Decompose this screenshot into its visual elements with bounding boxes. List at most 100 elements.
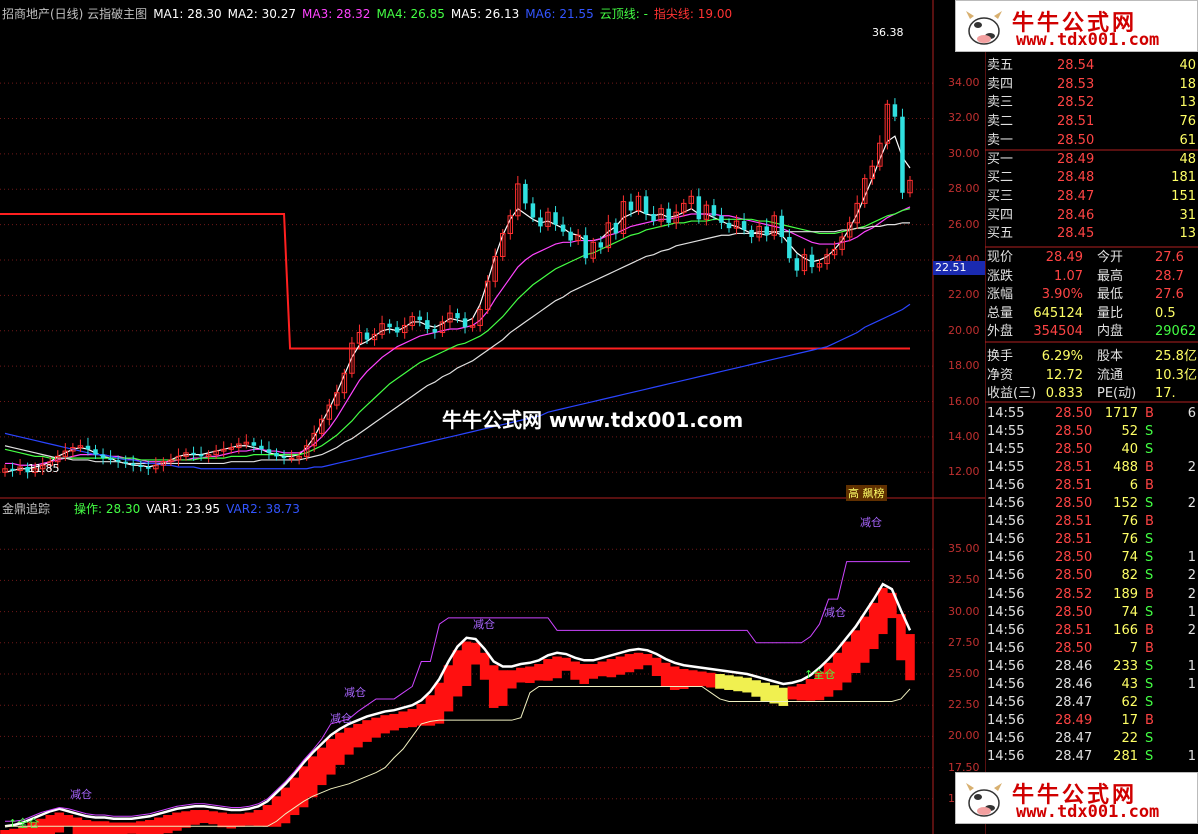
- stat-label: 总量: [987, 305, 1014, 321]
- order-label: 买三: [987, 188, 1014, 204]
- tick-volume: 488: [1113, 460, 1138, 476]
- stats-row: 收益(三) 0.833 PE(动) 17.: [985, 385, 1198, 403]
- stat-label: 涨幅: [987, 287, 1014, 303]
- sub-fill-bar: [470, 642, 481, 665]
- sub-fill-bar: [461, 641, 472, 686]
- sub-fill-bar: [126, 822, 137, 834]
- tick-price: 28.50: [1055, 496, 1093, 512]
- candle-body: [900, 116, 905, 193]
- sub-fill-bar: [443, 665, 454, 712]
- candle-body: [583, 235, 588, 259]
- order-book-row: 买一 28.49 48: [985, 151, 1198, 169]
- sub-annotation: ↑全仓: [804, 668, 836, 681]
- tick-count: 2: [1187, 622, 1196, 638]
- tick-volume: 233: [1113, 658, 1138, 674]
- sub-fill-bar: [760, 682, 770, 701]
- sub-fill-bar: [172, 812, 182, 831]
- tick-row: 14:56 28.50 82 S 2: [985, 567, 1198, 585]
- sub-annotation: 减仓: [344, 686, 366, 699]
- tick-count: 1: [1187, 658, 1196, 674]
- candle-body: [198, 454, 204, 457]
- sub-fill-bar: [715, 674, 725, 689]
- sub-fill-bar: [878, 587, 888, 635]
- y-tick-label: 27.50: [948, 635, 980, 649]
- candle-body: [462, 318, 468, 328]
- order-price: 28.53: [1057, 76, 1095, 92]
- candle-body: [613, 222, 619, 234]
- tick-time: 14:56: [987, 676, 1025, 692]
- candle-body: [628, 201, 634, 211]
- y-tick-label: 28.00: [948, 182, 980, 196]
- sub-fill-bar: [841, 641, 852, 683]
- sub-fill-bar: [434, 682, 445, 724]
- sub-fill-bar: [859, 616, 870, 663]
- sub-fill-bar: [497, 670, 508, 706]
- resistance-polyline: [0, 213, 910, 350]
- order-volume: 61: [1179, 132, 1196, 148]
- stat-value: 12.72: [1045, 367, 1083, 383]
- tick-row: 14:55 28.50 40 S: [985, 441, 1198, 459]
- tick-volume: 6: [1129, 478, 1138, 494]
- candle-body: [538, 217, 543, 227]
- sub-fill-bar: [633, 652, 644, 670]
- candle-body: [643, 196, 649, 214]
- tick-row: 14:56 28.51 76 B: [985, 513, 1198, 531]
- tick-side: B: [1145, 460, 1154, 476]
- stats-row: 涨幅 3.90% 最低 27.6: [985, 286, 1198, 304]
- tick-side: S: [1145, 568, 1154, 584]
- order-label: 买四: [987, 207, 1014, 223]
- tick-row: 14:56 28.47 281 S 1: [985, 748, 1198, 766]
- cow-icon: [966, 783, 1002, 817]
- y-tick-label: 34.00: [948, 76, 980, 90]
- order-book-row: 卖一 28.50 61: [985, 132, 1198, 150]
- logo-bottom: 牛牛公式网 www.tdx001.com: [955, 772, 1198, 824]
- candle-body: [719, 215, 724, 223]
- y-tick-label: 22.00: [948, 288, 980, 302]
- sub-fill-bar: [81, 820, 92, 834]
- tick-row: 14:56 28.50 74 S 1: [985, 604, 1198, 622]
- tick-side: B: [1145, 712, 1154, 728]
- sub-fill-bar: [280, 787, 291, 824]
- tick-side: B: [1145, 640, 1154, 656]
- tick-time: 14:56: [987, 604, 1025, 620]
- sub-fill-bar: [688, 670, 698, 687]
- sub-fill-bar: [335, 732, 345, 765]
- candle-body: [10, 468, 15, 471]
- tick-volume: 7: [1129, 640, 1138, 656]
- stat-label: 今开: [1097, 250, 1124, 265]
- sub-fill-bar: [507, 670, 517, 689]
- tick-time: 14:56: [987, 748, 1025, 764]
- tick-volume: 62: [1121, 694, 1138, 710]
- tick-time: 14:56: [987, 550, 1025, 566]
- order-book-row: 买四 28.46 31: [985, 207, 1198, 225]
- order-volume: 40: [1179, 58, 1196, 73]
- sub-fill-bar: [452, 650, 463, 697]
- sub-fill-bar: [262, 805, 273, 827]
- ma-legend-item: MA5: 26.13: [450, 7, 520, 21]
- candle-body: [364, 332, 370, 340]
- tick-count: 1: [1187, 748, 1196, 764]
- candle-body: [779, 215, 785, 237]
- tick-count: 1: [1187, 676, 1196, 692]
- sub-fill-bar: [624, 654, 635, 673]
- stat-label: 股本: [1097, 349, 1124, 364]
- sub-fill-bar: [516, 667, 526, 683]
- candle-body: [394, 327, 400, 333]
- tick-volume: 40: [1121, 442, 1138, 458]
- y-tick-label: 20.00: [948, 729, 980, 743]
- sub-fill-bar: [117, 822, 128, 834]
- candle-body: [711, 205, 717, 216]
- tick-price: 28.52: [1055, 586, 1093, 602]
- sub-annotation: 减仓: [70, 788, 92, 801]
- sub-fill-bar: [588, 664, 599, 679]
- ma-legend-item: MA1: 28.30: [153, 7, 222, 21]
- sub-fill-bar: [199, 810, 209, 824]
- max-price-label: 36.38: [872, 26, 904, 39]
- tick-price: 28.50: [1055, 604, 1093, 620]
- order-book-row: 买三 28.47 151: [985, 188, 1198, 206]
- candle-body: [749, 229, 754, 237]
- tick-volume: 76: [1121, 532, 1138, 548]
- ma-legend-item: MA4: 26.85: [376, 7, 445, 21]
- order-price: 28.51: [1057, 114, 1095, 130]
- ma-legend-item: MA6: 21.55: [525, 7, 594, 21]
